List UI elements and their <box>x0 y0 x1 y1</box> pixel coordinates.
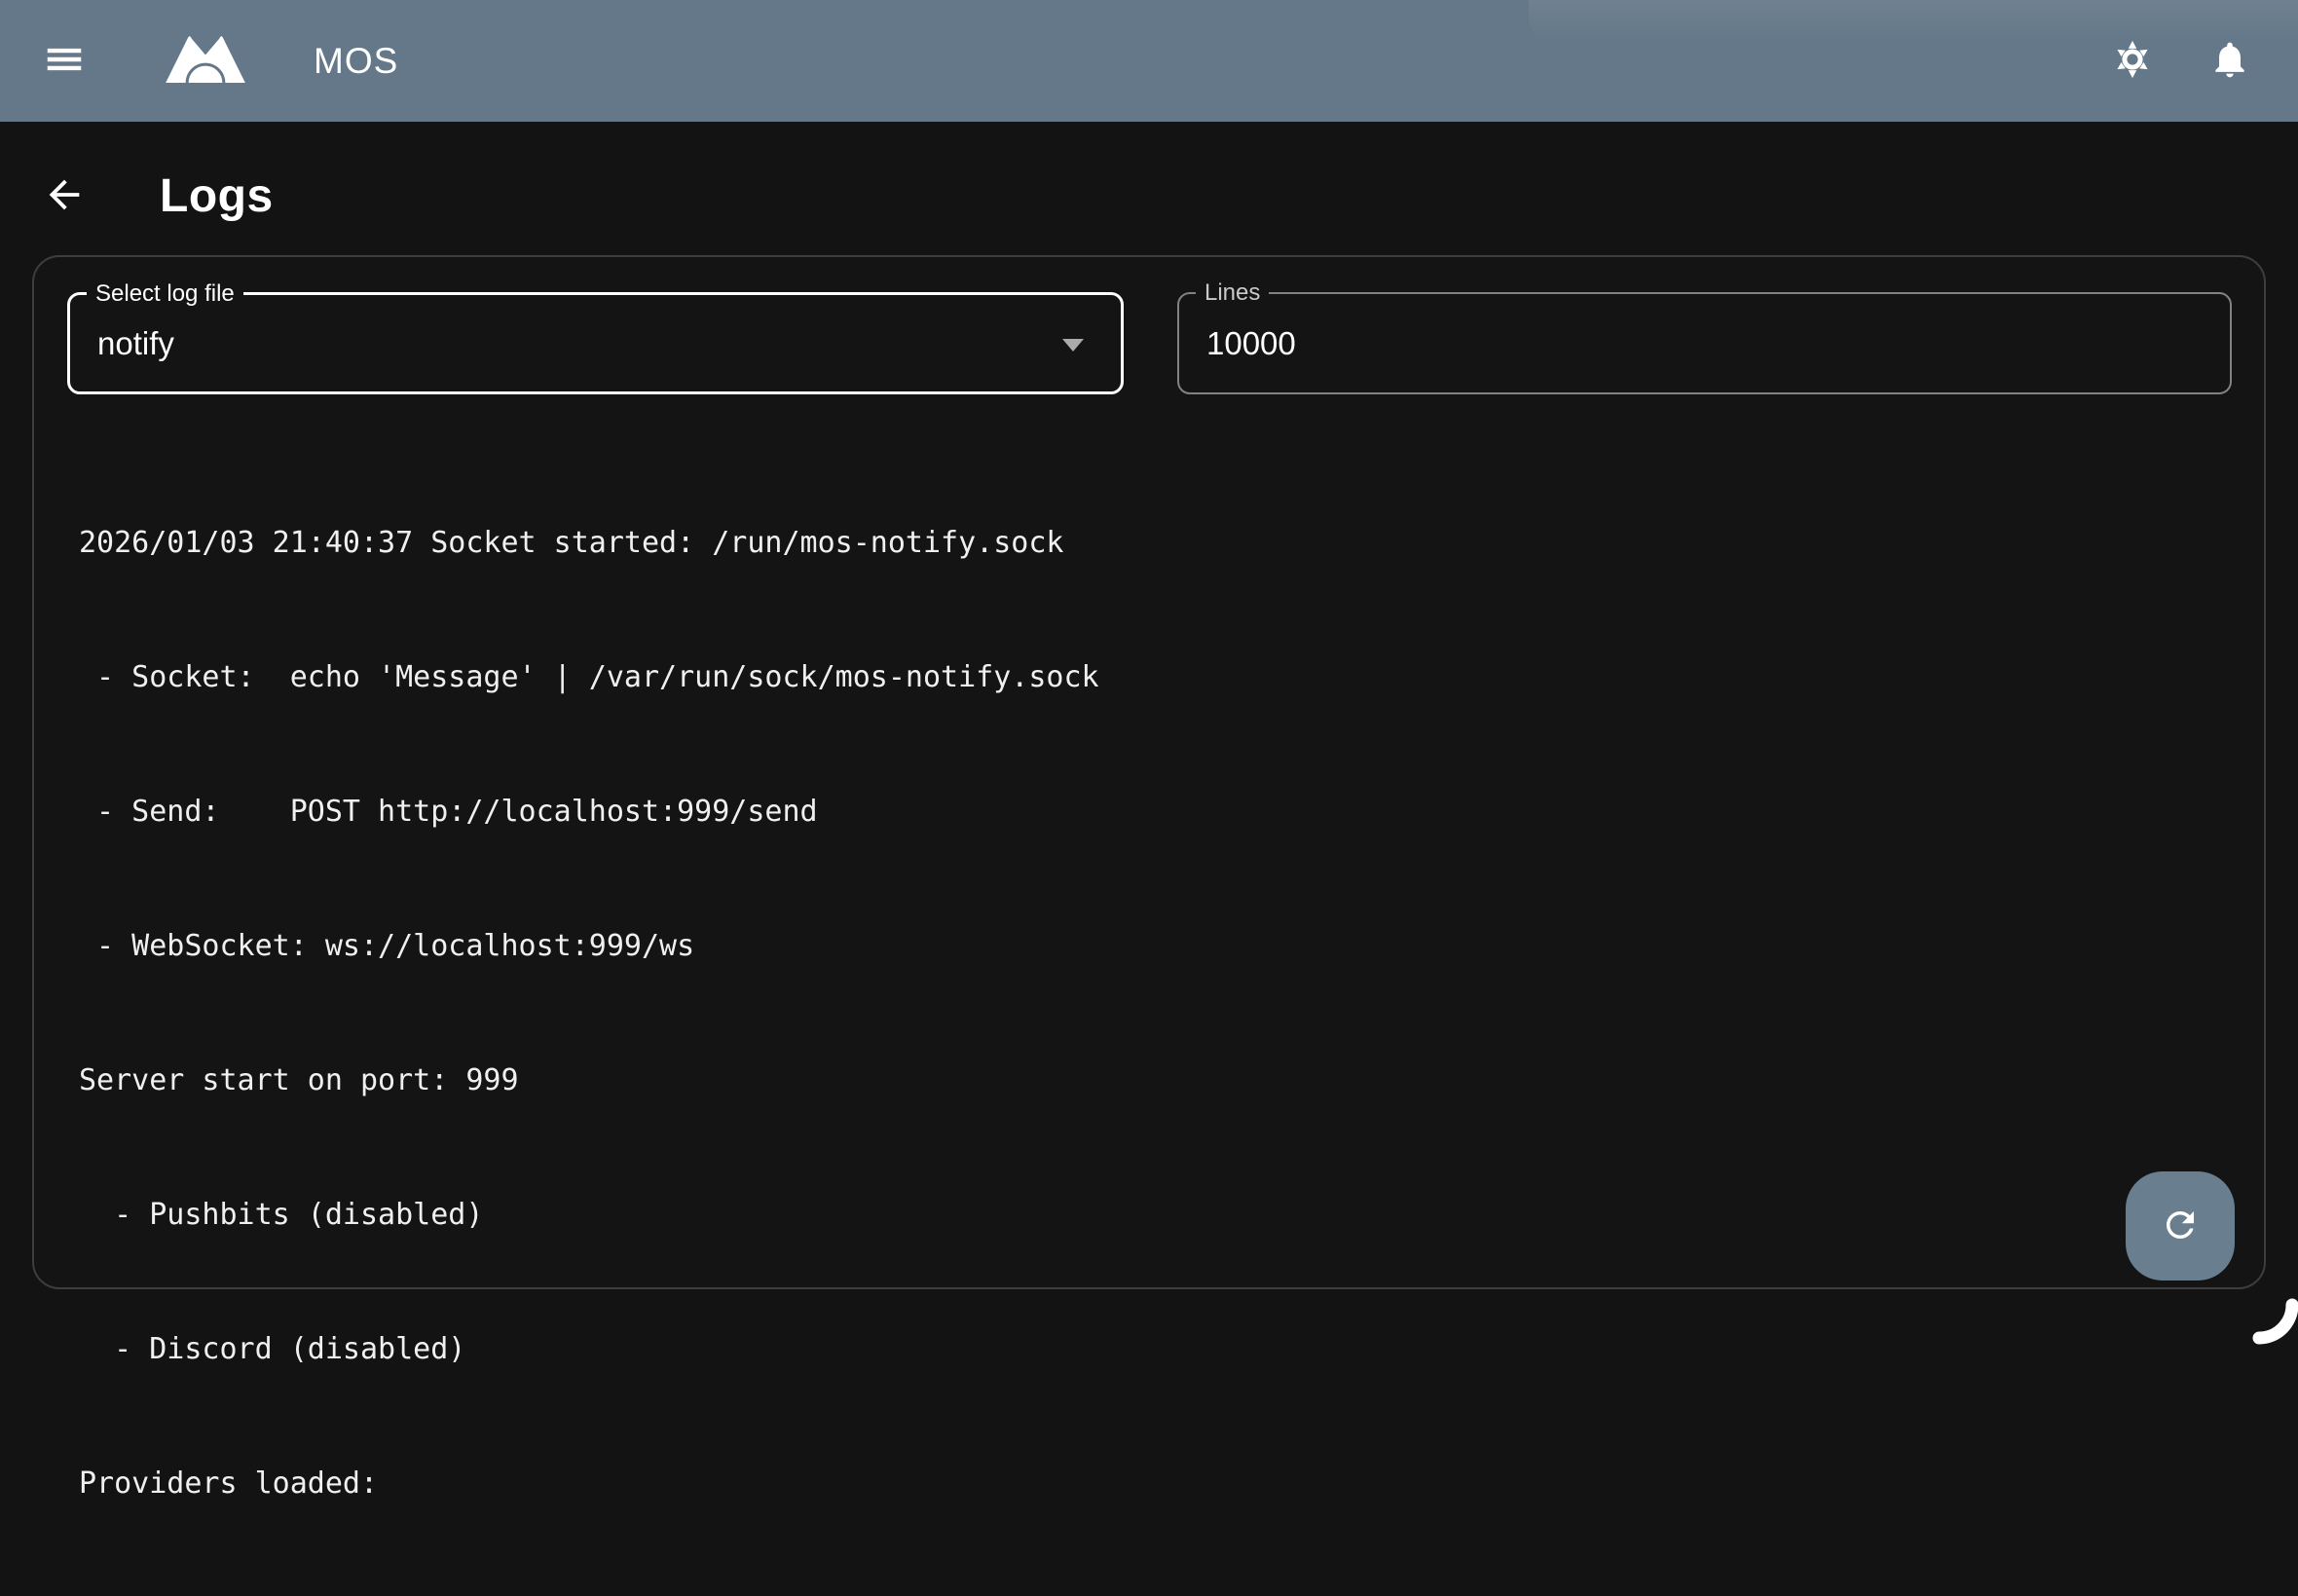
log-line: - Discord (disabled) <box>79 1327 2231 1372</box>
mos-mountains-logo-icon <box>166 34 245 88</box>
lines-input[interactable] <box>1179 324 2154 363</box>
bell-icon <box>2208 38 2251 84</box>
appbar-glare <box>1529 0 2298 41</box>
log-file-select-label: Select log file <box>87 280 243 308</box>
app-logo <box>166 34 245 88</box>
log-line: 2026/01/03 21:40:37 Socket started: /run… <box>79 521 2231 566</box>
notifications-button[interactable] <box>2199 30 2261 93</box>
log-file-select-value: notify <box>70 325 174 362</box>
lines-field: Lines <box>1177 292 2232 394</box>
log-viewer-card: Select log file notify Lines 2026/01/03 … <box>32 255 2266 1289</box>
log-line: - Send: POST http://localhost:999/send <box>79 790 2231 835</box>
log-line: - Socket: echo 'Message' | /var/run/sock… <box>79 655 2231 700</box>
lines-field-label: Lines <box>1196 279 1269 307</box>
app-bar: MOS <box>0 0 2298 122</box>
page-header: Logs <box>0 168 2298 223</box>
chevron-down-icon <box>1062 339 1084 352</box>
log-file-select[interactable]: Select log file notify <box>67 292 1124 394</box>
refresh-fab-button[interactable] <box>2126 1171 2235 1281</box>
page-title: Logs <box>160 169 274 223</box>
arrow-back-icon <box>42 172 87 220</box>
refresh-icon <box>2160 1205 2201 1248</box>
log-line: Server start on port: 999 <box>79 1058 2231 1103</box>
brightness-toggle-button[interactable] <box>2101 30 2164 93</box>
fields-row: Select log file notify Lines <box>34 292 2264 394</box>
hamburger-menu-icon <box>42 37 87 85</box>
menu-button[interactable] <box>33 30 95 93</box>
app-title: MOS <box>314 41 398 82</box>
log-output: 2026/01/03 21:40:37 Socket started: /run… <box>79 431 2231 1596</box>
log-line: - WebSocket: ws://localhost:999/ws <box>79 924 2231 969</box>
log-line: Providers loaded: <box>79 1462 2231 1506</box>
back-button[interactable] <box>33 165 95 227</box>
log-line: - Pushbits (disabled) <box>79 1193 2231 1238</box>
brightness-icon <box>2111 38 2154 84</box>
